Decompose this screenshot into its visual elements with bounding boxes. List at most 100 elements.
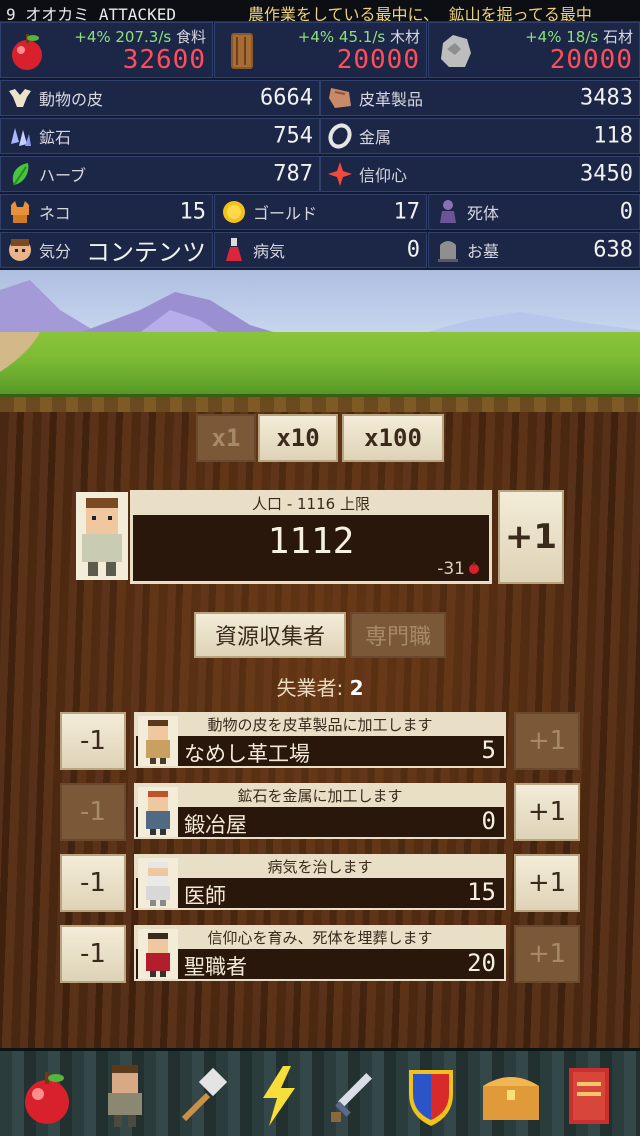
blacksmith-add-button[interactable]: +1 — [514, 783, 580, 841]
tanner-remove-button[interactable]: -1 — [60, 712, 126, 770]
herb-icon — [6, 160, 34, 188]
tanner-name: なめし革工場 — [184, 742, 310, 766]
multiplier-x1-button[interactable]: x1 — [196, 414, 256, 462]
doctor-remove-button[interactable]: -1 — [60, 854, 126, 912]
stone-label: 石材 — [602, 28, 633, 46]
sickness-resource[interactable]: 病気 0 — [214, 232, 427, 268]
unemployed-count: 失業者: 2 — [0, 672, 640, 701]
graves-value: 638 — [593, 237, 633, 263]
tab-specialists[interactable]: 専門職 — [350, 612, 446, 658]
hides-resource[interactable]: 動物の皮 6664 — [0, 80, 320, 116]
cleric-name: 聖職者 — [184, 955, 247, 979]
graves-label: お墓 — [467, 242, 500, 261]
stone-resource[interactable]: +4% 18/s 石材 20000 — [428, 22, 640, 78]
log-icon — [231, 33, 253, 69]
nav-upgrades-button[interactable] — [246, 1061, 312, 1131]
ore-value: 754 — [273, 123, 313, 149]
herb-resource[interactable]: ハーブ 787 — [0, 156, 320, 192]
shield-icon — [409, 1070, 453, 1126]
mood-label: 気分 — [39, 242, 72, 261]
bottom-nav-bar — [0, 1048, 640, 1136]
cleric-remove-button[interactable]: -1 — [60, 925, 126, 983]
wood-resource[interactable]: +4% 45.1/s 木材 20000 — [214, 22, 427, 78]
wood-label: 木材 — [389, 28, 420, 46]
hides-label: 動物の皮 — [39, 90, 104, 109]
gold-value: 17 — [393, 199, 421, 225]
stone-icon — [441, 35, 471, 67]
doctor-name: 医師 — [184, 884, 226, 908]
sickness-value: 0 — [406, 237, 420, 263]
doctor-desc: 病気を治します — [136, 856, 504, 878]
ore-label: 鉱石 — [39, 128, 72, 147]
tanner-add-button[interactable]: +1 — [514, 712, 580, 770]
metal-ring-icon — [326, 122, 354, 150]
add-population-button[interactable]: +1 — [498, 490, 564, 584]
piety-resource[interactable]: 信仰心 3450 — [320, 156, 640, 192]
food-label: 食料 — [175, 28, 206, 46]
nav-food-button[interactable] — [14, 1061, 80, 1131]
cats-resource[interactable]: ネコ 15 — [0, 194, 213, 230]
chest-icon — [483, 1077, 539, 1120]
job-tanner: 動物の皮を皮革製品に加工します なめし革工場 5 — [134, 712, 506, 768]
doctor-avatar — [138, 858, 178, 908]
leather-label: 皮革製品 — [359, 90, 424, 109]
population-food-value: -31 — [437, 559, 465, 579]
nav-defense-button[interactable] — [398, 1061, 464, 1131]
metal-resource[interactable]: 金属 118 — [320, 118, 640, 154]
tanner-avatar — [138, 716, 178, 766]
skull-icon — [6, 84, 34, 112]
multiplier-x10-button[interactable]: x10 — [258, 414, 338, 462]
nav-log-button[interactable] — [556, 1061, 622, 1131]
corpses-resource[interactable]: 死体 0 — [428, 194, 640, 230]
leather-resource[interactable]: 皮革製品 3483 — [320, 80, 640, 116]
ore-resource[interactable]: 鉱石 754 — [0, 118, 320, 154]
dirt-strip — [0, 394, 640, 412]
book-icon — [569, 1068, 609, 1124]
metal-value: 118 — [593, 123, 633, 149]
tab-gatherers[interactable]: 資源収集者 — [194, 612, 346, 658]
apple-icon — [25, 1072, 69, 1124]
ticker-left: 9 オオカミ ATTACKED — [6, 5, 176, 22]
gold-resource[interactable]: ゴールド 17 — [214, 194, 427, 230]
doctor-add-button[interactable]: +1 — [514, 854, 580, 912]
small-apple-icon — [469, 562, 479, 574]
apple-icon — [12, 34, 42, 70]
cleric-avatar — [138, 929, 178, 979]
blacksmith-remove-button[interactable]: -1 — [60, 783, 126, 841]
gold-label: ゴールド — [253, 204, 318, 223]
nav-population-button[interactable] — [92, 1061, 158, 1131]
nav-trade-button[interactable] — [478, 1061, 544, 1131]
population-caption: 人口 - 1116 上限 — [133, 493, 489, 515]
corpse-icon — [434, 198, 462, 226]
cats-label: ネコ — [39, 204, 71, 223]
wood-rate: +4% 45.1/s — [297, 28, 386, 46]
food-amount: 32600 — [122, 45, 206, 75]
cleric-add-button[interactable]: +1 — [514, 925, 580, 983]
herb-value: 787 — [273, 161, 313, 187]
grave-icon — [434, 236, 462, 264]
blacksmith-count: 0 — [481, 807, 496, 835]
blacksmith-name: 鍛冶屋 — [184, 813, 247, 837]
blacksmith-avatar — [138, 787, 178, 837]
blacksmith-desc: 鉱石を金属に加工します — [136, 785, 504, 807]
hides-value: 6664 — [260, 85, 313, 111]
leather-value: 3483 — [580, 85, 633, 111]
mood-resource[interactable]: 気分 コンテンツ — [0, 232, 213, 268]
unemployed-label: 失業者: — [276, 676, 344, 700]
wood-amount: 20000 — [336, 45, 420, 75]
tanner-desc: 動物の皮を皮革製品に加工します — [136, 714, 504, 736]
news-ticker: 9 オオカミ ATTACKED 農作業をしている最中に、 鉱山を掘ってる最中 — [0, 0, 640, 22]
nav-military-button[interactable] — [322, 1061, 388, 1131]
job-blacksmith: 鉱石を金属に加工します 鍛冶屋 0 — [134, 783, 506, 839]
multiplier-x100-button[interactable]: x100 — [342, 414, 444, 462]
food-resource[interactable]: +4% 207.3/s 食料 32600 — [0, 22, 213, 78]
graves-resource[interactable]: お墓 638 — [428, 232, 640, 268]
doctor-count: 15 — [467, 878, 496, 906]
corpses-label: 死体 — [467, 204, 500, 223]
job-cleric: 信仰心を育み、死体を埋葬します 聖職者 20 — [134, 925, 506, 981]
nav-build-button[interactable] — [168, 1061, 234, 1131]
cat-icon — [6, 198, 34, 226]
corpses-value: 0 — [619, 199, 633, 225]
piety-label: 信仰心 — [359, 166, 408, 185]
dirt-path — [0, 332, 40, 372]
